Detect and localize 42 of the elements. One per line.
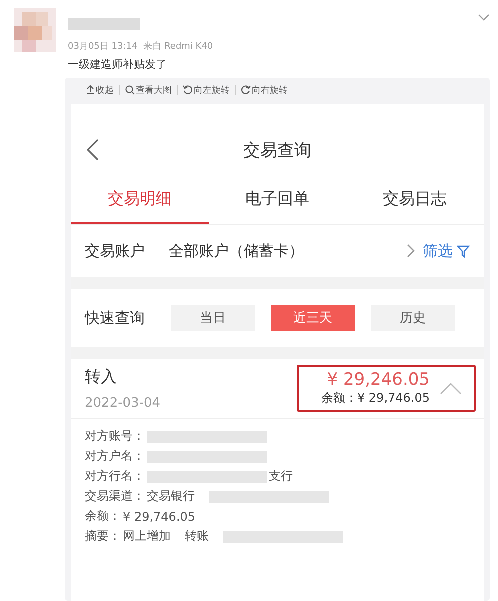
rotate-right-icon <box>241 85 251 95</box>
filter-icon <box>457 244 470 258</box>
tab[interactable]: 交易明细 <box>71 176 209 224</box>
tab[interactable]: 交易日志 <box>346 176 484 224</box>
search-icon <box>125 85 135 95</box>
detail-label: 对方行名： <box>85 468 145 485</box>
back-icon[interactable] <box>87 139 99 161</box>
detail-value: 支行 <box>269 468 293 485</box>
filter-button[interactable]: 筛选 <box>423 242 470 260</box>
quick-query-label: 快速查询 <box>85 308 145 328</box>
toolbar-button[interactable]: 向右旋转 <box>236 84 293 96</box>
detail-label: 交易渠道： <box>85 488 145 505</box>
date-range-chip[interactable]: 历史 <box>371 305 455 331</box>
toolbar-button[interactable]: 查看大图 <box>120 84 177 96</box>
redacted-username <box>68 18 140 30</box>
account-label: 交易账户 <box>85 242 145 260</box>
detail-value: 网上增加 <box>123 528 171 545</box>
detail-label: 对方账号： <box>85 428 145 445</box>
transaction-type: 转入 <box>85 366 118 388</box>
detail-value: 交易银行 <box>147 488 195 505</box>
account-value: 全部账户（储蓄卡） <box>169 242 305 260</box>
post-source: 来自 Redmi K40 <box>144 40 214 53</box>
tab[interactable]: 电子回单 <box>208 176 346 224</box>
balance-text: 余额：¥ 29,746.05 <box>321 390 430 407</box>
detail-label: 摘要： <box>85 528 121 545</box>
chevron-right-icon[interactable] <box>407 244 415 258</box>
transaction-amount: ¥ 29,246.05 <box>327 370 430 390</box>
detail-value: 转账 <box>185 528 209 545</box>
screen-title: 交易查询 <box>244 140 312 162</box>
detail-label: 对方户名： <box>85 448 145 465</box>
toolbar-button[interactable]: 收起 <box>81 84 119 96</box>
detail-label: 余额： <box>85 508 121 525</box>
post-text: 一级建造师补贴发了 <box>68 57 168 72</box>
chevron-icon[interactable] <box>440 382 462 394</box>
transaction-date: 2022-03-04 <box>85 396 161 410</box>
rotate-left-icon <box>183 85 193 95</box>
toolbar-button[interactable]: 向左旋转 <box>178 84 235 96</box>
upload-arrow-icon <box>86 85 95 95</box>
detail-value: ¥ 29,746.05 <box>123 510 196 524</box>
date-range-chip[interactable]: 当日 <box>171 305 255 331</box>
post-timestamp: 03月05日 13:14 <box>68 41 138 53</box>
caret-icon[interactable] <box>478 14 490 22</box>
